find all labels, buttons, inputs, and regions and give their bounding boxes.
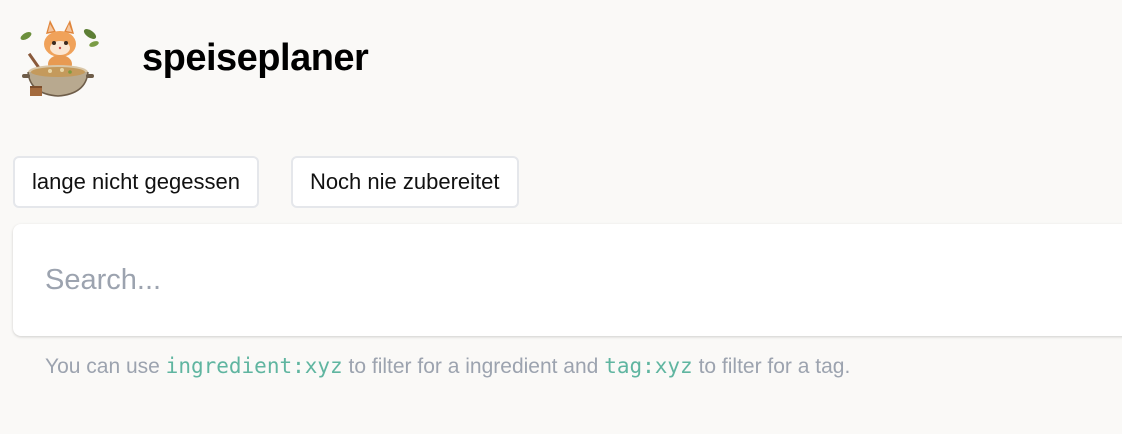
hint-text-after: to filter for a tag. [698,355,851,378]
hint-code-tag: tag:xyz [604,354,693,378]
hint-text-middle: to filter for a ingredient and [348,355,599,378]
cooking-cat-logo-icon[interactable] [14,14,102,102]
header: speiseplaner [14,14,369,102]
filter-button-never-prepared[interactable]: Noch nie zubereitet [290,156,519,208]
page: speiseplaner lange nicht gegessen Noch n… [0,0,1122,434]
app-title: speiseplaner [142,36,369,79]
search-input[interactable] [13,224,1122,336]
hint-text-before: You can use [45,355,160,378]
filter-bar: lange nicht gegessen Noch nie zubereitet [13,156,519,208]
search-card [13,224,1122,336]
search-hint: You can use ingredient:xyz to filter for… [45,354,850,379]
filter-button-long-not-eaten[interactable]: lange nicht gegessen [13,156,259,208]
hint-code-ingredient: ingredient:xyz [165,354,343,378]
